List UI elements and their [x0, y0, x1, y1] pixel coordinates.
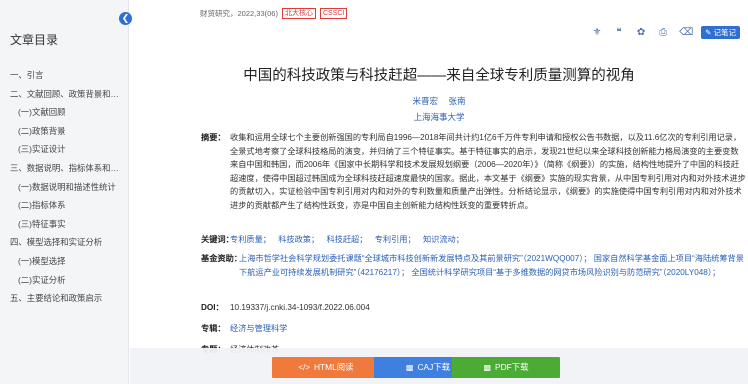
- article-title: 中国的科技政策与科技赶超——来自全球专利质量测算的视角: [243, 68, 635, 84]
- abstract-section: 摘要： 收集和运用全球七个主要创新强国的专利局自1996—2018年间共计约1亿…: [201, 131, 746, 212]
- toc-item[interactable]: (二)政策背景: [0, 122, 129, 141]
- keywords-section: 关键词： 专利质量； 科技政策； 科技赶超； 专利引用； 知识流动；: [201, 233, 746, 247]
- topic-section: 专辑： 经济与管理科学: [201, 322, 746, 336]
- edit-icon: ✎: [705, 28, 712, 37]
- toc-item[interactable]: (三)实证设计: [0, 140, 129, 159]
- toc-list: 一、引言 二、文献回顾、政策背景和实... (一)文献回顾 (二)政策背景 (三)实证设…: [0, 66, 129, 308]
- author-link[interactable]: 米晋宏: [413, 96, 439, 106]
- take-note-button[interactable]: ✎ 记笔记: [701, 26, 740, 39]
- share-icon[interactable]: ⚜: [591, 27, 603, 39]
- chevron-left-icon: ❮: [121, 13, 130, 23]
- download-icon: ▩: [405, 363, 414, 372]
- toc-sidebar: 文章目录 一、引言 二、文献回顾、政策背景和实... (一)文献回顾 (二)政策背景(…: [0, 0, 129, 384]
- take-note-label: 记笔记: [713, 28, 737, 37]
- author-link[interactable]: 张南: [448, 96, 465, 106]
- author-list: 米晋宏 张南: [130, 95, 748, 107]
- html-read-label: HTML阅读: [314, 362, 354, 372]
- toc-item[interactable]: (二)实证分析: [0, 271, 129, 290]
- html-read-button[interactable]: </> HTML阅读: [272, 357, 380, 378]
- doi-value: 10.19337/j.cnki.34-1093/f.2022.06.004: [230, 303, 370, 312]
- toc-item[interactable]: (一)数据说明和描述性统计: [0, 178, 129, 197]
- caj-download-label: CAJ下载: [417, 362, 451, 372]
- toc-item[interactable]: 四、模型选择和实证分析: [0, 233, 129, 252]
- toc-item[interactable]: 三、数据说明、指标体系和特...: [0, 159, 129, 178]
- publication-info: 财贸研究，2022,33(06) 北大核心 CSSCI: [200, 8, 348, 19]
- keyword-link[interactable]: 专利质量；: [230, 235, 271, 244]
- keyword-link[interactable]: 知识流动；: [423, 235, 464, 244]
- quote-icon[interactable]: ❝: [613, 27, 625, 39]
- toc-item[interactable]: 二、文献回顾、政策背景和实...: [0, 85, 129, 104]
- pdf-icon: ▩: [483, 363, 492, 372]
- doi-label: DOI：: [201, 303, 224, 312]
- keyword-link[interactable]: 科技赶超；: [326, 235, 367, 244]
- funds-section: 基金资助： 上海市哲学社会科学规划委托课题“全球城市科技创新新发展特点及其前景研…: [201, 252, 746, 279]
- affiliation-link[interactable]: 上海海事大学: [130, 111, 748, 123]
- badge-cssci: CSSCI: [319, 8, 348, 19]
- topic-label: 专辑：: [201, 324, 226, 333]
- keyword-link[interactable]: 科技政策；: [278, 235, 319, 244]
- toc-item[interactable]: (二)指标体系: [0, 196, 129, 215]
- keywords-label: 关键词：: [201, 235, 234, 244]
- favorite-icon[interactable]: ✿: [635, 27, 647, 39]
- print-icon[interactable]: ⎙: [657, 27, 669, 39]
- translate-icon[interactable]: ⌫: [679, 27, 693, 39]
- toc-title: 文章目录: [10, 33, 59, 47]
- collapse-sidebar-button[interactable]: ❮: [119, 12, 132, 25]
- download-bar: </> HTML阅读 ▩ CAJ下载 ▩ PDF下载: [130, 348, 748, 384]
- toc-item[interactable]: (一)模型选择: [0, 252, 129, 271]
- article-toolbar: ⚜ ❝ ✿ ⎙ ⌫ ✎ 记笔记: [591, 26, 740, 39]
- keyword-list: 专利质量； 科技政策； 科技赶超； 专利引用； 知识流动；: [230, 233, 746, 247]
- article-main: 财贸研究，2022,33(06) 北大核心 CSSCI ⚜ ❝ ✿ ⎙ ⌫ ✎ …: [130, 0, 748, 384]
- toc-item[interactable]: (一)文献回顾: [0, 103, 129, 122]
- pdf-download-label: PDF下载: [495, 362, 529, 372]
- pdf-download-button[interactable]: ▩ PDF下载: [452, 357, 560, 378]
- funds-label: 基金资助：: [201, 254, 242, 263]
- abstract-text: 收集和运用全球七个主要创新强国的专利局自1996—2018年间共计约1亿6千万件…: [230, 133, 746, 210]
- topic-link[interactable]: 经济与管理科学: [230, 322, 746, 336]
- doi-section: DOI： 10.19337/j.cnki.34-1093/f.2022.06.0…: [201, 301, 746, 315]
- toc-item[interactable]: (三)特征事实: [0, 215, 129, 234]
- journal-source[interactable]: 财贸研究，2022,33(06): [200, 8, 278, 19]
- toc-item[interactable]: 一、引言: [0, 66, 129, 85]
- badge-pku-core: 北大核心: [281, 8, 316, 19]
- keyword-link[interactable]: 专利引用；: [375, 235, 416, 244]
- code-icon: </>: [298, 363, 310, 372]
- funds-text[interactable]: 上海市哲学社会科学规划委托课题“全球城市科技创新新发展特点及其前景研究”（202…: [239, 252, 746, 279]
- toc-item[interactable]: 五、主要结论和政策启示: [0, 289, 129, 308]
- abstract-label: 摘要：: [201, 133, 226, 142]
